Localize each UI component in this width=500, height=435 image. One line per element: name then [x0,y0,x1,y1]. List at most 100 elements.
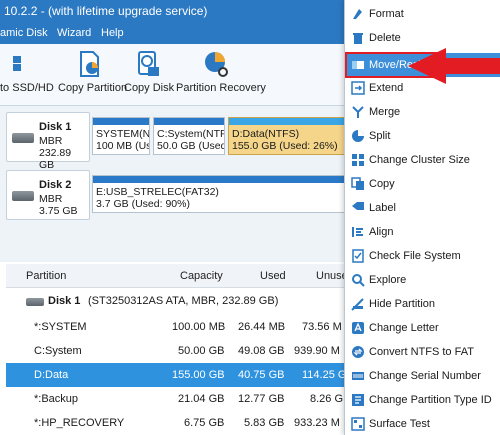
copy-icon [351,177,364,190]
hide-partition-icon [351,298,364,311]
col-capacity[interactable]: Capacity [180,270,223,282]
delete-icon [353,33,363,44]
align-icon [352,227,363,237]
cell-partition: C:System [34,345,82,357]
copy-partition-button[interactable]: Copy Partition [58,50,127,94]
label-icon [352,202,364,210]
disk-type: MBR [39,135,63,147]
disk-name: Disk 1 [39,121,72,133]
cell-capacity: 6.75 GB [184,417,225,429]
window-title: 10.2.2 - (with lifetime upgrade service) [4,4,208,18]
menu-item-change-cluster-size[interactable]: Change Cluster Size [345,148,500,172]
copy-disk-label: Copy Disk [124,82,175,94]
menu-item-copy[interactable]: Copy [345,172,500,196]
menu-dynamic-disk[interactable]: amic Disk [0,27,48,39]
menu-item-label: Convert NTFS to FAT [369,346,474,358]
menu-item-explore[interactable]: Explore [345,268,500,292]
menu-wizard[interactable]: Wizard [57,27,91,39]
menu-item-label: Check File System [369,250,461,262]
partition-block-c[interactable]: C:System(NTFS 50.0 GB (Used: [153,117,225,155]
menu-item-label: Label [369,202,396,214]
menu-item-merge[interactable]: Merge [345,100,500,124]
partition-usage: 50.0 GB (Used: [157,140,225,152]
cell-capacity: 21.04 GB [178,393,225,405]
partition-usage-bar [154,118,224,125]
disk-row-name: Disk 1 [48,295,81,307]
convert-icon [352,346,364,358]
cell-unused: 933.23 M [294,417,340,429]
disk-1-box[interactable]: Disk 1 MBR 232.89 GB [6,112,90,171]
cell-used: 40.75 GB [238,369,285,381]
partition-name: D:Data(NTFS) [232,128,300,140]
menu-item-split[interactable]: Split [345,124,500,148]
menu-item-label: Copy [369,178,395,190]
disk-row-detail: (ST3250312AS ATA, MBR, 232.89 GB) [88,295,279,307]
cluster-size-icon [352,154,364,166]
change-letter-icon [352,322,364,334]
copy-partition-label: Copy Partition [58,82,128,94]
menu-item-label: Merge [369,106,401,118]
menu-item-label: Change Partition Type ID [369,394,492,406]
extend-icon [351,81,365,95]
red-arrow-annotation [408,48,500,84]
disk-size: 3.75 GB [39,205,78,217]
migrate-os-button[interactable]: to SSD/HD [0,50,54,94]
menu-item-surface-test[interactable]: Surface Test [345,412,500,435]
cell-partition: *:HP_RECOVERY [34,417,125,429]
menu-item-label: Change Serial Number [369,370,481,382]
hard-disk-icon [12,191,34,201]
menu-item-label: Change Letter [369,322,439,334]
partition-usage: 3.7 GB (Used: 90%) [96,198,190,210]
cell-capacity: 100.00 MB [172,321,226,333]
menu-item-check-file-system[interactable]: Check File System [345,244,500,268]
menu-item-change-letter[interactable]: Change Letter [345,316,500,340]
menu-item-convert-ntfs-to-fat[interactable]: Convert NTFS to FAT [345,340,500,364]
menu-item-label: Align [369,226,394,238]
cell-unused: 114.25 G [302,369,347,381]
partition-type-icon [352,394,364,406]
copy-partition-icon [80,51,99,77]
migrate-os-label: to SSD/HD [0,82,54,94]
menu-item-hide-partition[interactable]: Hide Partition [345,292,500,316]
cell-used: 12.77 GB [238,393,285,405]
partition-block-system[interactable]: SYSTEM(NT 100 MB (Use [92,117,150,155]
menu-item-label: Change Cluster Size [369,154,470,166]
format-icon [353,9,362,19]
serial-number-icon [352,372,364,380]
menu-item-change-partition-type-id[interactable]: Change Partition Type ID [345,388,500,412]
partition-name: E:USB_STRELEC(FAT32) [96,186,219,198]
partition-usage: 100 MB (Use [96,140,149,152]
explore-icon [352,274,365,287]
menu-item-label: Hide Partition [369,298,436,310]
menu-item-label: Delete [369,32,401,44]
cell-used: 26.44 MB [238,321,286,333]
cell-used: 49.08 GB [238,345,285,357]
partition-recovery-icon [205,52,228,77]
menu-item-label: Split [369,130,391,142]
partition-block-d-selected[interactable]: D:Data(NTFS) 155.0 GB (Used: 26%) [228,117,348,155]
hard-disk-icon [12,133,34,143]
partition-usage-bar [229,118,347,125]
disk-type: MBR [39,193,63,205]
copy-disk-button[interactable]: Copy Disk [124,50,175,94]
menu-item-change-serial-number[interactable]: Change Serial Number [345,364,500,388]
menu-item-label: Explore [369,274,407,286]
menu-item-format[interactable]: Format [345,2,500,26]
disk-name: Disk 2 [39,179,72,191]
cell-partition: *:Backup [34,393,79,405]
menu-help[interactable]: Help [101,27,124,39]
cell-partition: D:Data [34,369,69,381]
menu-item-label-item[interactable]: Label [345,196,500,220]
col-used[interactable]: Used [260,270,286,282]
copy-disk-icon [138,51,159,76]
partition-block-e[interactable]: E:USB_STRELEC(FAT32) 3.7 GB (Used: 90%) [92,175,348,213]
cell-partition: *:SYSTEM [34,321,87,333]
col-partition[interactable]: Partition [26,270,66,282]
disk-2-box[interactable]: Disk 2 MBR 3.75 GB [6,170,90,220]
partition-name: SYSTEM(NT [96,128,150,140]
cell-unused: 8.26 G [310,393,344,405]
menu-item-label: Extend [369,82,404,94]
partition-recovery-button[interactable]: Partition Recovery [176,50,266,94]
menu-item-align[interactable]: Align [345,220,500,244]
cell-unused: 73.56 M [302,321,342,333]
